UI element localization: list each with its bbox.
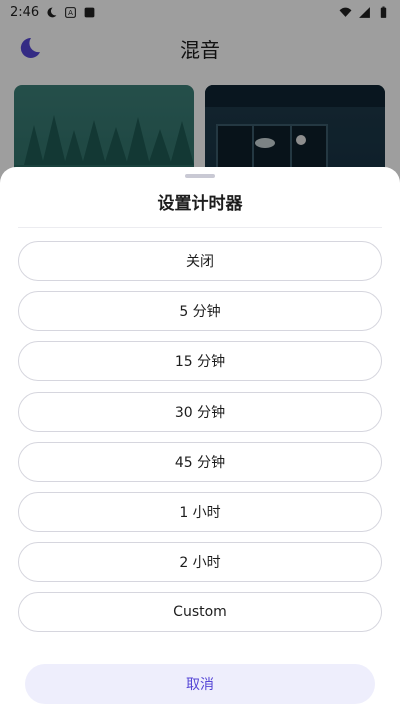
timer-option-1h[interactable]: 1 小时 xyxy=(18,491,382,532)
title-divider xyxy=(18,227,382,228)
timer-options-list: 关闭 5 分钟 15 分钟 30 分钟 45 分钟 1 小时 2 小时 Cust… xyxy=(18,241,382,643)
timer-sheet: 设置计时器 关闭 5 分钟 15 分钟 30 分钟 45 分钟 1 小时 2 小… xyxy=(0,167,400,711)
sheet-title: 设置计时器 xyxy=(157,194,243,214)
cancel-button[interactable]: 取消 xyxy=(25,664,375,704)
screen: 2:46 A 混音 设置计时器 关闭 5 分钟 15 分钟 30 分钟 45 分… xyxy=(0,0,400,711)
sheet-drag-handle[interactable] xyxy=(185,174,215,178)
timer-option-off[interactable]: 关闭 xyxy=(18,241,382,281)
timer-option-custom[interactable]: Custom xyxy=(18,592,382,633)
timer-option-15min[interactable]: 15 分钟 xyxy=(18,341,382,382)
timer-option-2h[interactable]: 2 小时 xyxy=(18,542,382,583)
timer-option-5min[interactable]: 5 分钟 xyxy=(18,291,382,332)
timer-option-30min[interactable]: 30 分钟 xyxy=(18,391,382,432)
timer-option-45min[interactable]: 45 分钟 xyxy=(18,441,382,482)
